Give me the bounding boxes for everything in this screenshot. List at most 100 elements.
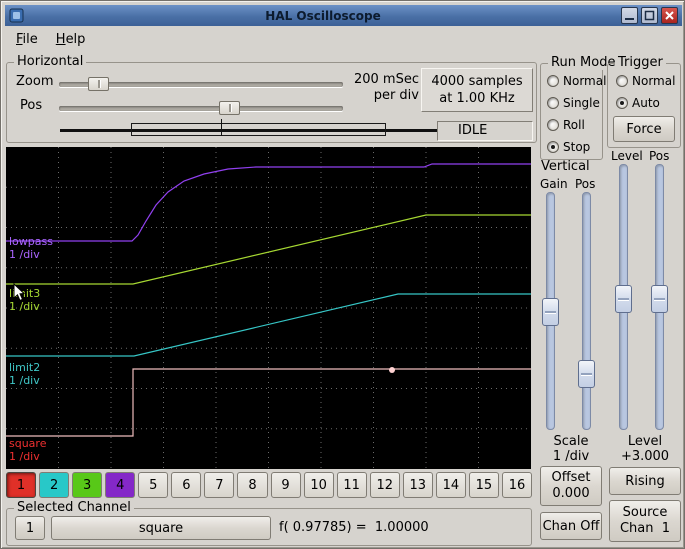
trace-label-square: square 1 /div	[9, 437, 47, 463]
force-button[interactable]: Force	[613, 116, 675, 142]
horizontal-pos-slider-handle[interactable]	[219, 101, 240, 115]
channel-button-4[interactable]: 4	[105, 472, 136, 498]
channel-button-2[interactable]: 2	[39, 472, 70, 498]
close-button[interactable]	[661, 7, 678, 24]
radio-button-icon	[547, 97, 559, 109]
record-trigger-tick	[221, 119, 222, 136]
scale-label: Scale	[553, 434, 589, 449]
trigger-level-slider[interactable]	[615, 164, 632, 430]
status-text: IDLE	[458, 123, 488, 138]
channel-button-1[interactable]: 1	[6, 472, 37, 498]
channel-button-9[interactable]: 9	[270, 472, 301, 498]
trace-limit3	[6, 214, 531, 285]
trigger-readout-label: Level	[627, 434, 663, 449]
record-view-box[interactable]	[131, 123, 386, 136]
vertical-pos-slider-handle[interactable]	[578, 360, 595, 388]
horizontal-pos-label: Pos	[20, 98, 43, 113]
offset-button-line2: 0.000	[552, 486, 590, 501]
trigger-source-button[interactable]: Source Chan 1	[609, 500, 681, 542]
channel-button-12[interactable]: 12	[369, 472, 400, 498]
zoom-slider[interactable]	[59, 77, 343, 91]
radio-label: Normal	[563, 74, 607, 88]
channel-button-7[interactable]: 7	[204, 472, 235, 498]
channel-button-3[interactable]: 3	[72, 472, 103, 498]
channel-button-15[interactable]: 15	[468, 472, 499, 498]
vertical-pos-label: Pos	[575, 177, 596, 191]
vertical-section-label: Vertical	[541, 159, 590, 174]
trigger-level-slider-handle[interactable]	[615, 285, 632, 313]
run-mode-radio-stop[interactable]: Stop	[545, 136, 606, 158]
gain-label: Gain	[540, 177, 568, 191]
trigger-level-readout: Level +3.000	[609, 434, 681, 464]
trigger-pos-slider-handle[interactable]	[651, 285, 668, 313]
radio-button-icon	[547, 119, 559, 131]
offset-button[interactable]: Offset 0.000	[540, 466, 602, 506]
trigger-pos-slider[interactable]	[651, 164, 668, 430]
trigger-radio-normal[interactable]: Normal	[614, 70, 675, 92]
run-mode-radio-roll[interactable]: Roll	[545, 114, 606, 136]
zoom-slider-handle[interactable]	[88, 77, 109, 91]
time-per-div-unit: per div	[373, 88, 419, 103]
radio-label: Auto	[632, 96, 660, 110]
time-per-div-value: 200 mSec	[353, 72, 419, 87]
menu-bar: File Help	[5, 26, 682, 52]
horizontal-frame: Horizontal Zoom Pos 200 mSec per div 400…	[6, 54, 537, 143]
sample-readout: f( 0.97785) = 1.00000	[279, 520, 429, 535]
selected-channel-frame: Selected Channel 1 square f( 0.97785) = …	[6, 500, 532, 546]
channel-button-11[interactable]: 11	[336, 472, 367, 498]
scope-canvas	[6, 147, 531, 469]
trigger-frame-label: Trigger	[615, 55, 666, 70]
selected-channel-frame-label: Selected Channel	[14, 500, 134, 515]
mouse-cursor-icon	[13, 283, 25, 302]
radio-label: Stop	[563, 140, 591, 154]
samples-line2: at 1.00 KHz	[439, 91, 515, 106]
title-bar[interactable]: HAL Oscilloscope	[5, 5, 682, 26]
sample-marker[interactable]	[389, 367, 395, 373]
horizontal-pos-slider[interactable]	[59, 101, 343, 115]
channel-button-5[interactable]: 5	[138, 472, 169, 498]
app-icon	[9, 8, 25, 24]
radio-label: Normal	[632, 74, 676, 88]
maximize-button[interactable]	[641, 7, 658, 24]
channel-button-6[interactable]: 6	[171, 472, 202, 498]
trace-label-limit2: limit2 1 /div	[9, 361, 41, 387]
radio-button-icon	[547, 141, 559, 153]
trigger-radio-auto[interactable]: Auto	[614, 92, 675, 114]
channel-button-16[interactable]: 16	[501, 472, 532, 498]
source-button-line2: Chan 1	[619, 521, 671, 536]
window-title: HAL Oscilloscope	[265, 8, 381, 23]
channel-row: 1 2 3 4 5 6 7 8 9 10 11 12 13 14 15 16	[6, 472, 532, 498]
trace-limit2	[6, 293, 531, 357]
samples-rate-button[interactable]: 4000 samples at 1.00 KHz	[421, 68, 533, 112]
gain-slider-handle[interactable]	[542, 298, 559, 326]
trigger-readout-value: +3.000	[620, 449, 670, 464]
minimize-button[interactable]	[621, 7, 638, 24]
selected-channel-name-button[interactable]: square	[51, 516, 271, 540]
trigger-edge-button[interactable]: Rising	[609, 467, 681, 495]
radio-button-icon	[547, 75, 559, 87]
channel-button-10[interactable]: 10	[303, 472, 334, 498]
channel-off-button[interactable]: Chan Off	[540, 512, 602, 540]
channel-button-13[interactable]: 13	[402, 472, 433, 498]
menu-item-help[interactable]: Help	[47, 28, 95, 51]
trigger-pos-label: Pos	[649, 149, 670, 163]
scope-display[interactable]: lowpass1 /div limit31 /div limit21 /div …	[6, 147, 531, 469]
menu-item-file[interactable]: File	[7, 28, 47, 51]
radio-label: Single	[563, 96, 600, 110]
source-button-line1: Source	[622, 505, 668, 520]
radio-label: Roll	[563, 118, 585, 132]
samples-line1: 4000 samples	[431, 74, 523, 89]
channel-button-14[interactable]: 14	[435, 472, 466, 498]
selected-channel-number-button[interactable]: 1	[15, 516, 45, 540]
scale-readout: Scale 1 /div	[539, 434, 603, 464]
radio-button-icon	[616, 75, 628, 87]
status-panel: IDLE	[437, 121, 533, 141]
run-mode-options: Normal Single Roll Stop	[545, 70, 606, 158]
channel-button-8[interactable]: 8	[237, 472, 268, 498]
trigger-options: Normal Auto	[614, 70, 675, 114]
trigger-level-label: Level	[611, 149, 643, 163]
run-mode-radio-single[interactable]: Single	[545, 92, 606, 114]
run-mode-radio-normal[interactable]: Normal	[545, 70, 606, 92]
vertical-pos-slider[interactable]	[578, 192, 595, 430]
gain-slider[interactable]	[542, 192, 559, 430]
